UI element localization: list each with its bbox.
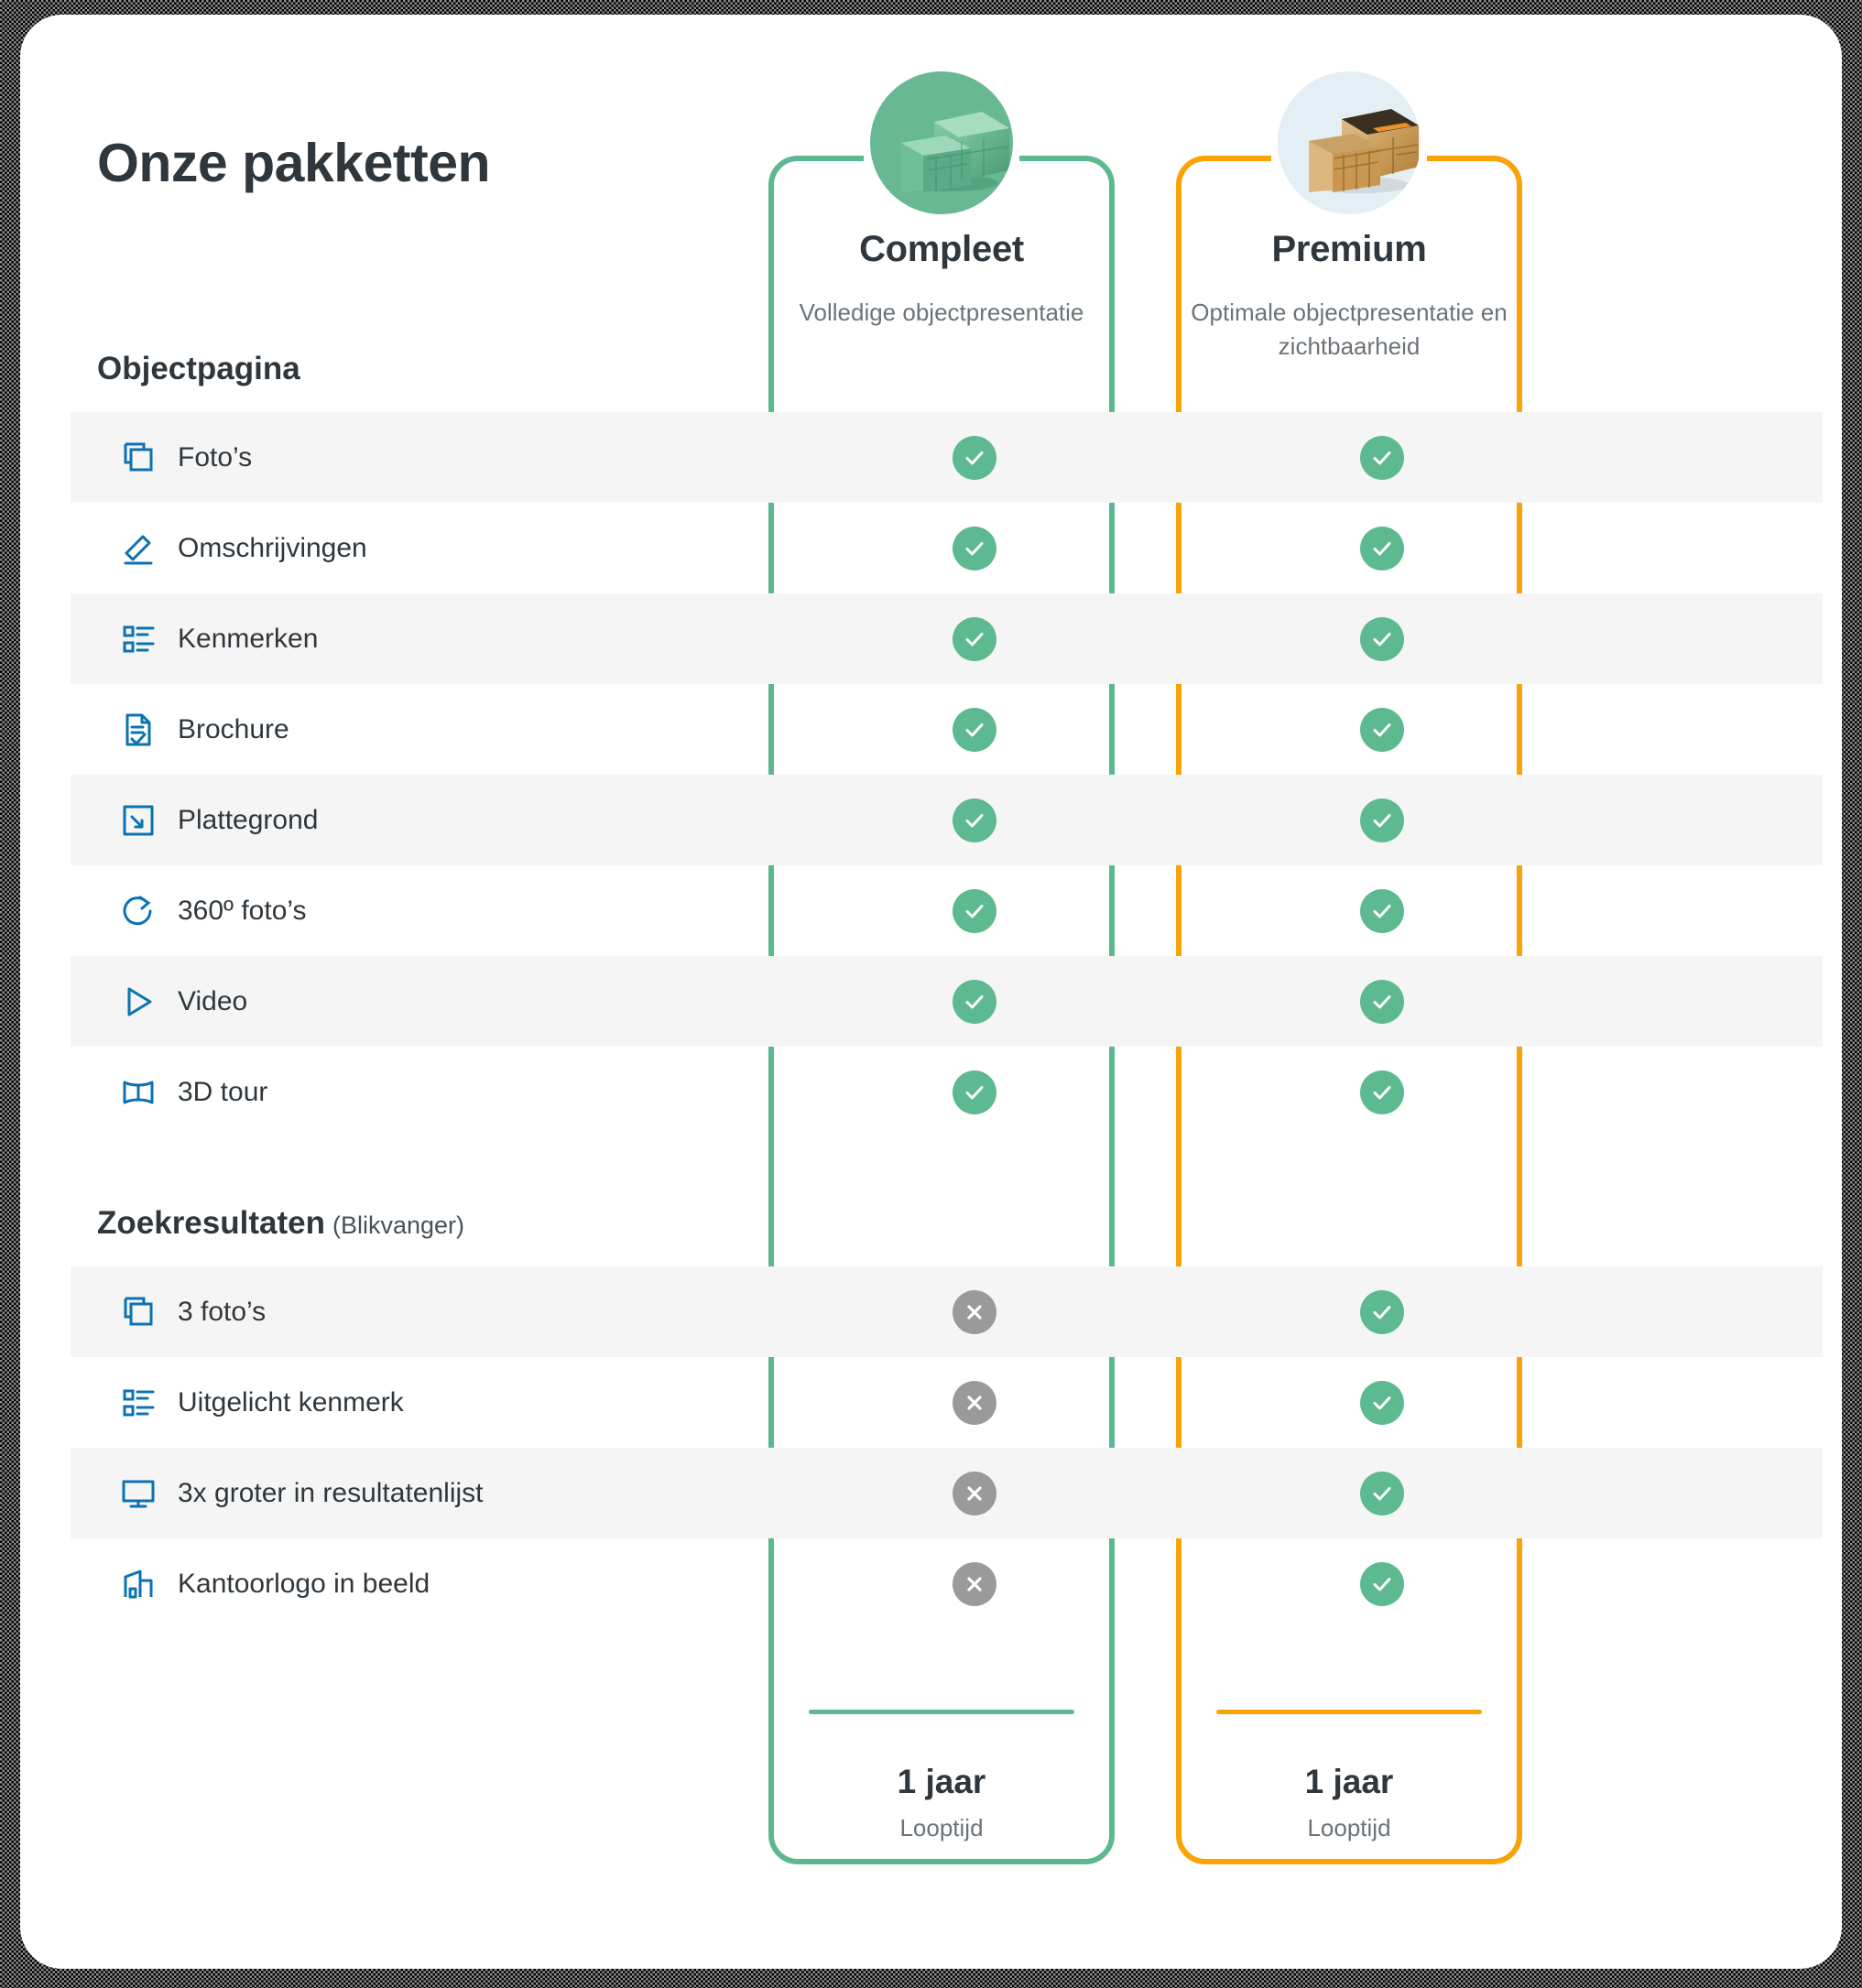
table-row: Plattegrond xyxy=(71,775,1823,865)
section-heading-text: Zoekresultaten xyxy=(97,1205,325,1241)
check-icon xyxy=(1360,1380,1404,1425)
check-icon xyxy=(1360,526,1404,570)
feature-label: Kenmerken xyxy=(178,623,319,654)
check-icon xyxy=(953,798,996,842)
check-icon xyxy=(953,707,996,752)
section-heading-text: Objectpagina xyxy=(97,351,300,386)
feature-label: Uitgelicht kenmerk xyxy=(178,1386,404,1418)
check-icon xyxy=(1360,798,1404,842)
plan-name: Premium xyxy=(1271,229,1427,269)
cross-icon xyxy=(953,1471,996,1515)
photos-icon xyxy=(118,1292,158,1332)
table-row: Kantoorlogo in beeld xyxy=(71,1538,1823,1629)
check-icon xyxy=(1360,616,1404,661)
play-icon xyxy=(118,982,158,1022)
feature-label: 3D tour xyxy=(178,1076,268,1107)
check-icon xyxy=(1360,435,1404,480)
table-row: Omschrijvingen xyxy=(71,503,1823,593)
plan-term-label: Looptijd xyxy=(899,1814,984,1841)
plan-term-label: Looptijd xyxy=(1307,1814,1391,1841)
list-icon xyxy=(118,1383,158,1423)
check-icon xyxy=(1360,1471,1404,1515)
table-row: Foto’s xyxy=(71,412,1823,503)
check-icon xyxy=(953,979,996,1024)
monitor-icon xyxy=(118,1473,158,1514)
stacked-boxes-green-icon xyxy=(870,71,1013,214)
table-row: Uitgelicht kenmerk xyxy=(71,1357,1823,1448)
check-icon xyxy=(1360,888,1404,933)
cross-icon xyxy=(953,1561,996,1606)
plan-name: Compleet xyxy=(859,229,1024,269)
plan-head-premium: Premium Optimale objectpresentatie en zi… xyxy=(1176,229,1522,364)
table-row: Video xyxy=(71,956,1823,1047)
table-row: 360º foto’s xyxy=(71,865,1823,956)
rotate-360-icon xyxy=(118,891,158,931)
feature-label: Plattegrond xyxy=(178,804,319,835)
panorama-icon xyxy=(118,1072,158,1113)
section-heading-objectpagina: Objectpagina xyxy=(97,351,300,387)
table-row: 3 foto’s xyxy=(71,1266,1823,1357)
plan-footer-compleet: 1 jaar Looptijd xyxy=(768,1710,1115,1842)
check-icon xyxy=(953,526,996,570)
feature-label: Foto’s xyxy=(178,441,253,473)
plan-subtitle: Optimale objectpresentatie en zichtbaarh… xyxy=(1191,299,1508,360)
check-icon xyxy=(1360,979,1404,1024)
footer-divider xyxy=(809,1710,1074,1714)
footer-divider xyxy=(1216,1710,1482,1714)
feature-label: Video xyxy=(178,985,248,1016)
cross-icon xyxy=(953,1289,996,1334)
check-icon xyxy=(1360,707,1404,752)
list-icon xyxy=(118,619,158,659)
feature-label: Kantoorlogo in beeld xyxy=(178,1568,430,1599)
page-title: Onze pakketten xyxy=(97,132,491,193)
plan-head-compleet: Compleet Volledige objectpresentatie xyxy=(768,229,1115,330)
check-icon xyxy=(1360,1289,1404,1334)
cross-icon xyxy=(953,1380,996,1425)
photos-icon xyxy=(118,438,158,478)
feature-label: Omschrijvingen xyxy=(178,532,367,563)
feature-label: Brochure xyxy=(178,713,289,744)
check-icon xyxy=(953,1070,996,1114)
stacked-boxes-cardboard-icon xyxy=(1278,71,1421,214)
pencil-icon xyxy=(118,528,158,569)
plan-subtitle: Volledige objectpresentatie xyxy=(799,299,1084,326)
check-icon xyxy=(953,888,996,933)
check-icon xyxy=(1360,1561,1404,1606)
check-icon xyxy=(953,435,996,480)
floorplan-icon xyxy=(118,800,158,841)
plan-footer-premium: 1 jaar Looptijd xyxy=(1176,1710,1522,1842)
feature-label: 360º foto’s xyxy=(178,895,307,926)
feature-label: 3x groter in resultatenlijst xyxy=(178,1477,484,1508)
building-icon xyxy=(118,1564,158,1604)
table-row: Kenmerken xyxy=(71,593,1823,684)
plan-term-value: 1 jaar xyxy=(1304,1763,1394,1800)
feature-label: 3 foto’s xyxy=(178,1296,267,1327)
table-row: Brochure xyxy=(71,684,1823,775)
section-heading-zoekresultaten: Zoekresultaten (Blikvanger) xyxy=(97,1205,464,1242)
document-check-icon xyxy=(118,710,158,750)
plan-term-value: 1 jaar xyxy=(897,1763,986,1800)
table-row: 3x groter in resultatenlijst xyxy=(71,1448,1823,1538)
check-icon xyxy=(1360,1070,1404,1114)
pricing-table-card: Onze pakketten Compleet Volledige object… xyxy=(20,15,1842,1969)
check-icon xyxy=(953,616,996,661)
section-heading-note: (Blikvanger) xyxy=(332,1211,465,1239)
screenshot-frame: Onze pakketten Compleet Volledige object… xyxy=(0,0,1862,1988)
table-row: 3D tour xyxy=(71,1047,1823,1137)
